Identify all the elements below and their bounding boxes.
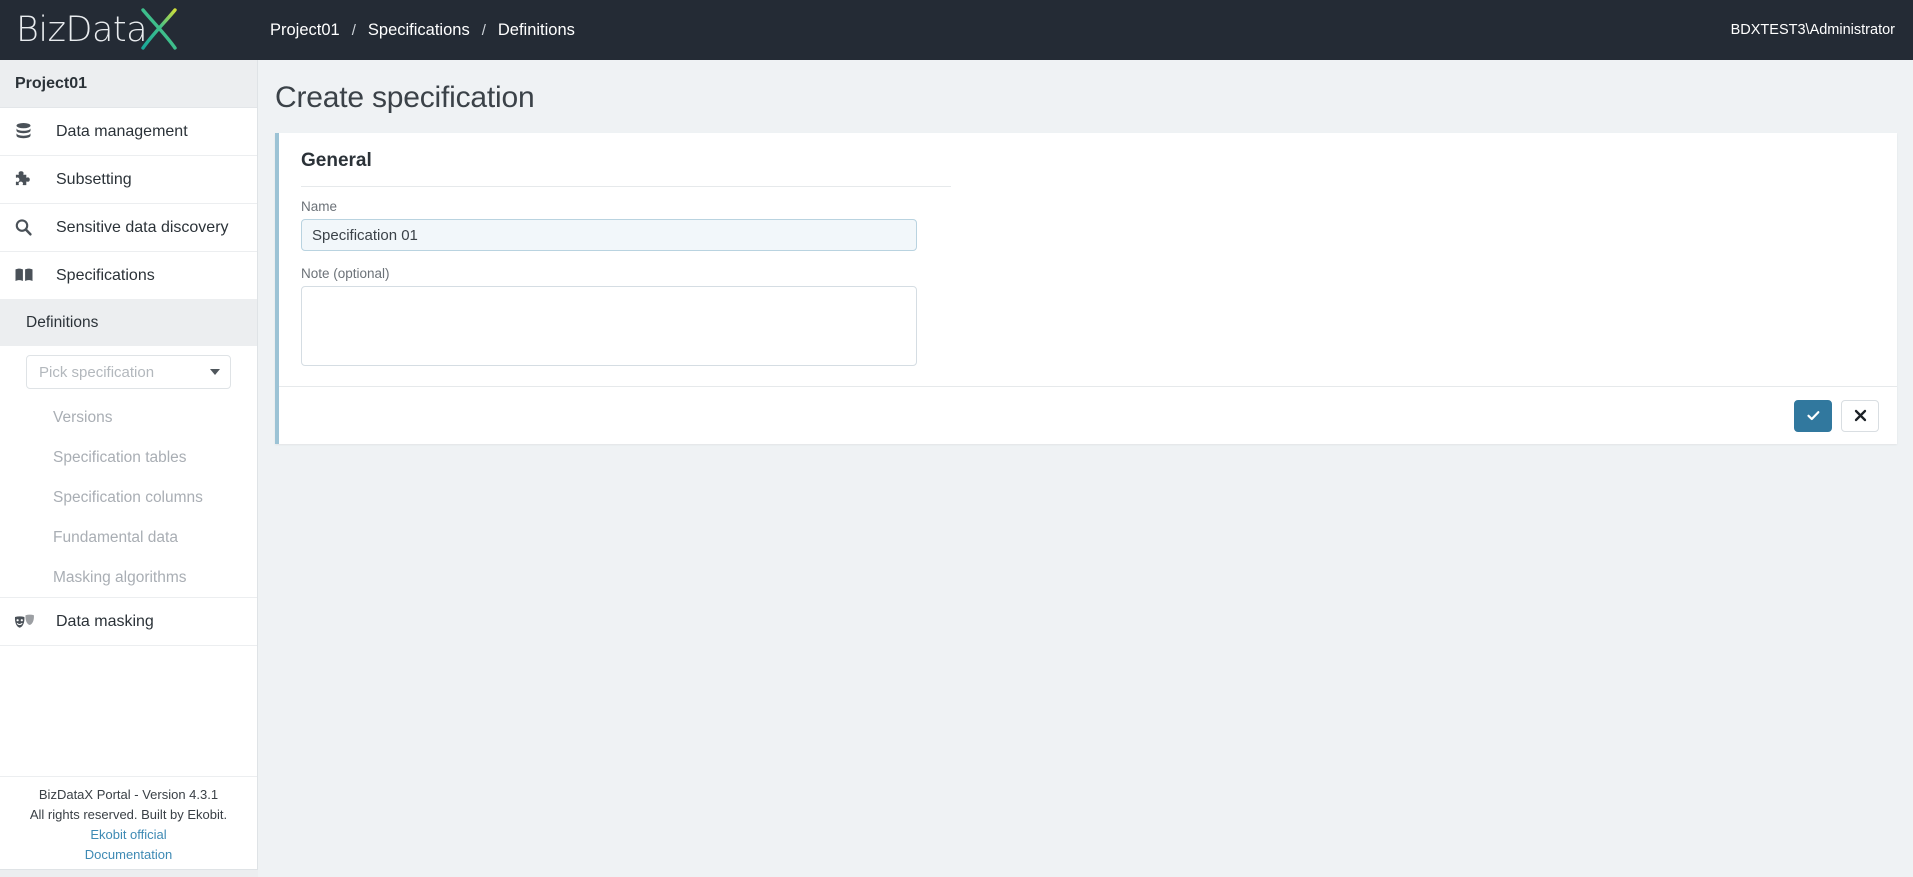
chevron-down-icon (210, 369, 220, 375)
sidebar-subitem-label: Versions (53, 409, 113, 426)
sidebar-item-data-masking[interactable]: Data masking (0, 598, 257, 646)
sidebar-subitem-masking-algorithms[interactable]: Masking algorithms (0, 558, 257, 598)
specification-picker[interactable]: Pick specification (26, 355, 231, 389)
search-icon (14, 217, 42, 239)
database-icon (14, 121, 42, 143)
sidebar-item-label: Subsetting (56, 170, 132, 188)
sidebar-item-label: Specifications (56, 266, 155, 284)
note-field-label: Note (optional) (301, 266, 390, 281)
footer-rights-text: All rights reserved. Built by Ekobit. (29, 807, 228, 822)
card-section-title: General (301, 150, 372, 171)
sidebar-item-label: Data management (56, 122, 188, 140)
app-logo[interactable]: BizData (0, 0, 258, 60)
name-field-label: Name (301, 199, 338, 214)
check-icon (1806, 408, 1821, 423)
footer-link-ekobit-official[interactable]: Ekobit official (0, 825, 257, 845)
sidebar-item-definitions[interactable]: Definitions (0, 300, 257, 346)
puzzle-piece-icon (14, 169, 42, 191)
sidebar-item-sensitive-data-discovery[interactable]: Sensitive data discovery (0, 204, 257, 252)
sidebar-nav: Data management Subsetting Sensitive dat… (0, 108, 257, 776)
breadcrumb-item-project[interactable]: Project01 (270, 21, 340, 40)
name-field-group: Name (301, 199, 1875, 251)
page-title: Create specification (275, 81, 535, 114)
sidebar-item-data-management[interactable]: Data management (0, 108, 257, 156)
sidebar-footer: BizDataX Portal - Version 4.3.1 All righ… (0, 776, 257, 877)
current-user-label[interactable]: BDXTEST3\Administrator (1731, 0, 1895, 60)
close-icon (1854, 409, 1867, 422)
breadcrumb-separator: / (351, 21, 356, 39)
footer-link-documentation[interactable]: Documentation (0, 845, 257, 865)
sidebar-subitem-label: Masking algorithms (53, 568, 187, 586)
field-spacer (301, 251, 1875, 266)
sidebar-item-label: Sensitive data discovery (56, 218, 229, 236)
breadcrumb-item-specifications[interactable]: Specifications (368, 21, 470, 40)
sidebar-item-subsetting[interactable]: Subsetting (0, 156, 257, 204)
top-bar: BizData Project01 / Specifications / Def… (0, 0, 1913, 60)
note-textarea[interactable] (301, 286, 917, 366)
note-field-group: Note (optional) (301, 266, 1875, 366)
logo-x-icon (136, 5, 182, 58)
save-button[interactable] (1794, 399, 1832, 432)
sidebar-subitem-specification-columns[interactable]: Specification columns (0, 478, 257, 518)
sidebar-subsection-label: Definitions (26, 314, 99, 331)
sidebar-subitem-label: Specification columns (53, 489, 203, 506)
card-action-bar (279, 386, 1897, 444)
breadcrumb-separator: / (481, 21, 486, 39)
sidebar-subitem-label: Fundamental data (53, 529, 178, 546)
cancel-button[interactable] (1841, 399, 1879, 432)
book-icon (14, 265, 42, 287)
sidebar-bottom-strip (0, 869, 258, 877)
masks-icon (14, 611, 42, 633)
breadcrumb: Project01 / Specifications / Definitions (270, 21, 575, 40)
logo-text: BizData (16, 9, 148, 50)
sidebar-subitem-specification-tables[interactable]: Specification tables (0, 438, 257, 478)
main-content: Create specification General Name Note (… (259, 60, 1913, 877)
general-form-card: General Name Note (optional) (275, 133, 1897, 444)
sidebar-subitem-versions[interactable]: Versions (0, 398, 257, 438)
breadcrumb-item-definitions[interactable]: Definitions (498, 21, 575, 40)
card-body: Name Note (optional) (279, 187, 1897, 386)
sidebar-item-label: Data masking (56, 612, 154, 630)
sidebar-item-specifications[interactable]: Specifications (0, 252, 257, 300)
name-input[interactable] (301, 219, 917, 251)
specification-picker-wrap: Pick specification (0, 346, 257, 398)
specification-picker-placeholder: Pick specification (39, 363, 155, 381)
sidebar-subitem-fundamental-data[interactable]: Fundamental data (0, 518, 257, 558)
sidebar-subitem-label: Specification tables (53, 449, 187, 466)
sidebar-project-title: Project01 (0, 60, 257, 108)
sidebar: Project01 Data management Subsetting Sen… (0, 60, 258, 877)
footer-version-text: BizDataX Portal - Version 4.3.1 (38, 787, 219, 802)
